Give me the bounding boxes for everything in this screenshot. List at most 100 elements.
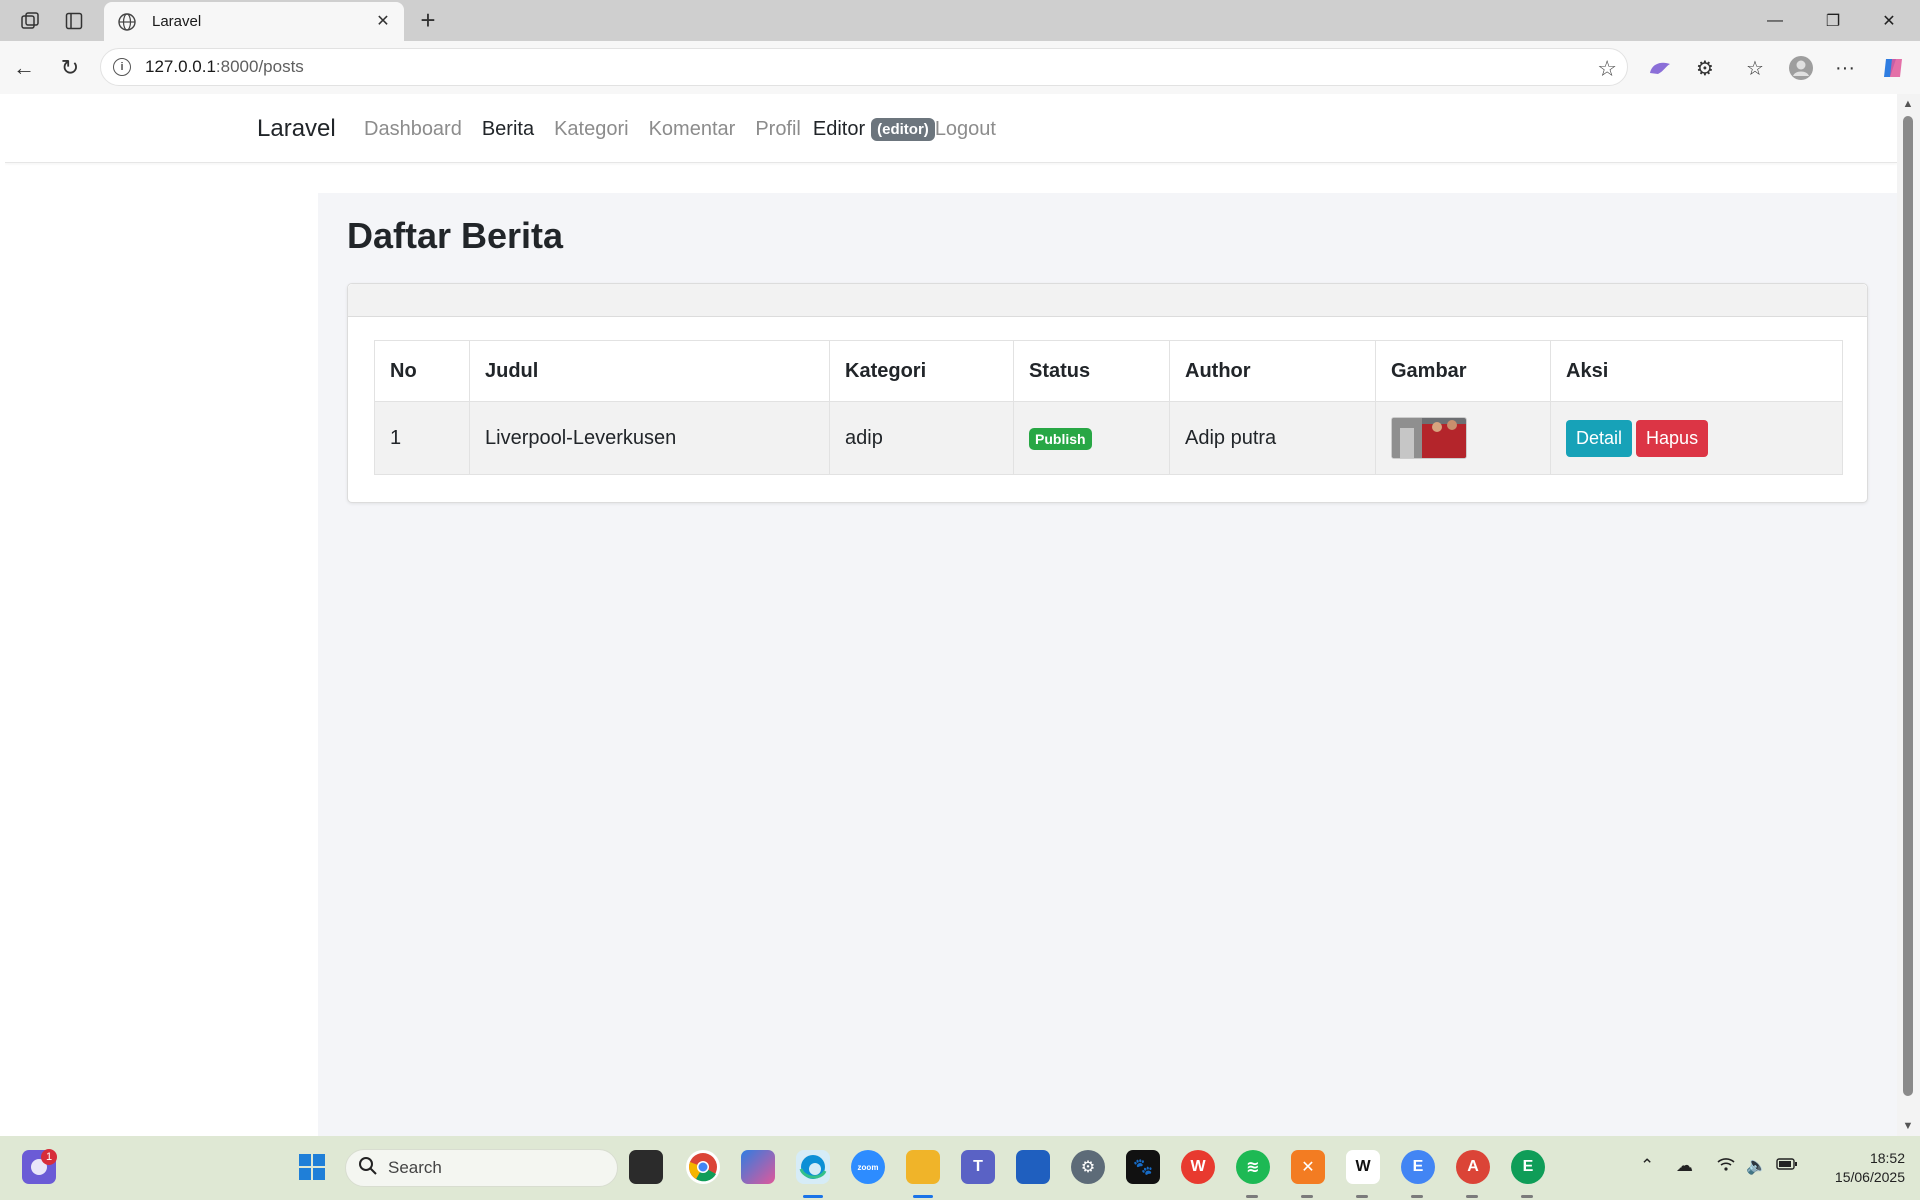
nav-link-dashboard[interactable]: Dashboard <box>364 118 462 141</box>
main-content: Daftar Berita No Judul Kategori Status A… <box>318 193 1897 1136</box>
site-navbar: Laravel Dashboard Berita Kategori Koment… <box>5 94 1897 163</box>
hapus-button[interactable]: Hapus <box>1636 419 1709 457</box>
nav-link-berita[interactable]: Berita <box>482 118 534 141</box>
table-row: 1 Liverpool-Leverkusen adip Publish Adip… <box>374 401 1843 475</box>
column-header-no: No <box>374 340 470 402</box>
windows-start-icon[interactable] <box>295 1150 329 1184</box>
spotify-running-indicator <box>1246 1195 1258 1198</box>
paw-app-icon[interactable]: 🐾 <box>1126 1150 1160 1184</box>
address-bar-row: ← ↻ i 127.0.0.1:8000/posts ☆ ⚙ ☆ ··· <box>0 41 1920 94</box>
url-input[interactable]: i 127.0.0.1:8000/posts ☆ <box>100 48 1628 86</box>
chrome-a-running-indicator <box>1466 1195 1478 1198</box>
microsoft-store-icon[interactable] <box>1016 1150 1050 1184</box>
tab-title: Laravel <box>152 13 202 30</box>
search-icon <box>358 1156 378 1181</box>
column-header-gambar: Gambar <box>1375 340 1551 402</box>
scrollbar-thumb[interactable] <box>1903 116 1913 1096</box>
chrome-profile-a-icon[interactable]: A <box>1456 1150 1490 1184</box>
globe-icon <box>116 11 138 33</box>
chrome-profile-e-icon[interactable]: E <box>1401 1150 1435 1184</box>
url-path: :8000/posts <box>215 57 304 76</box>
notification-badge: 1 <box>41 1149 57 1165</box>
posts-table: No Judul Kategori Status Author Gambar A… <box>374 340 1843 475</box>
chevron-up-icon[interactable]: ⌃ <box>1640 1156 1654 1176</box>
card-header <box>348 284 1867 317</box>
battery-icon[interactable] <box>1776 1156 1798 1176</box>
restore-icon[interactable]: ❐ <box>1810 6 1856 36</box>
zoom-icon[interactable]: zoom <box>851 1150 885 1184</box>
chrome-profile-e2-icon[interactable]: E <box>1511 1150 1545 1184</box>
teams-icon[interactable]: T <box>961 1150 995 1184</box>
detail-button[interactable]: Detail <box>1566 419 1633 457</box>
refresh-icon[interactable]: ↻ <box>56 54 84 82</box>
wps-office-icon[interactable]: W <box>1181 1150 1215 1184</box>
wondershare-icon[interactable]: W <box>1346 1150 1380 1184</box>
minimize-icon[interactable]: — <box>1752 6 1798 36</box>
page-scrollbar[interactable]: ▲ ▼ <box>1897 94 1920 1136</box>
favorites-icon[interactable]: ☆ <box>1740 53 1770 83</box>
posts-card: No Judul Kategori Status Author Gambar A… <box>347 283 1868 503</box>
nav-link-kategori[interactable]: Kategori <box>554 118 629 141</box>
explorer-active-indicator <box>913 1195 933 1198</box>
logout-link[interactable]: Logout <box>935 118 996 141</box>
taskbar-search[interactable]: Search <box>345 1149 618 1187</box>
scroll-up-arrow-icon[interactable]: ▲ <box>1902 98 1914 110</box>
task-view-icon[interactable] <box>629 1150 663 1184</box>
table-header-row: No Judul Kategori Status Author Gambar A… <box>374 340 1843 402</box>
column-header-status: Status <box>1013 340 1170 402</box>
copilot-icon[interactable] <box>1878 53 1908 83</box>
window-close-icon[interactable]: ✕ <box>1866 6 1912 36</box>
cell-author: Adip putra <box>1169 401 1376 475</box>
cell-no: 1 <box>374 401 470 475</box>
current-user: Editor (editor) <box>813 118 935 141</box>
spotify-icon[interactable]: ≋ <box>1236 1150 1270 1184</box>
nav-link-komentar[interactable]: Komentar <box>649 118 736 141</box>
url-host: 127.0.0.1 <box>145 57 216 76</box>
favorite-star-icon[interactable]: ☆ <box>1597 56 1617 82</box>
chrome-e2-running-indicator <box>1521 1195 1533 1198</box>
column-header-kategori: Kategori <box>829 340 1014 402</box>
windows-taskbar: 1 Search zoom T ⚙ 🐾 W ≋ ✕ W E A E ⌃ ☁ 🔈 … <box>0 1136 1920 1200</box>
column-header-author: Author <box>1169 340 1376 402</box>
site-info-icon[interactable]: i <box>113 58 131 76</box>
active-app-indicator <box>803 1195 823 1198</box>
edge-icon[interactable] <box>796 1150 830 1184</box>
scroll-down-arrow-icon[interactable]: ▼ <box>1902 1120 1914 1132</box>
column-header-aksi: Aksi <box>1550 340 1843 402</box>
search-label: Search <box>388 1158 442 1177</box>
file-explorer-icon[interactable] <box>906 1150 940 1184</box>
xampp-running-indicator <box>1301 1195 1313 1198</box>
back-arrow-icon[interactable]: ← <box>10 54 38 82</box>
copilot-app-icon[interactable] <box>741 1150 775 1184</box>
browser-tab[interactable]: Laravel ✕ <box>104 2 404 41</box>
volume-icon[interactable]: 🔈 <box>1746 1156 1767 1176</box>
nav-link-profil[interactable]: Profil <box>755 118 801 141</box>
extensions-icon[interactable]: ⚙ <box>1690 53 1720 83</box>
new-tab-icon[interactable]: + <box>414 5 442 35</box>
more-options-icon[interactable]: ··· <box>1830 53 1860 83</box>
url-text: 127.0.0.1:8000/posts <box>145 57 304 77</box>
taskbar-clock[interactable]: 18:52 15/06/2025 <box>1815 1149 1905 1187</box>
wondershare-running-indicator <box>1356 1195 1368 1198</box>
copilot-extension-icon[interactable] <box>1645 53 1675 83</box>
cell-kategori: adip <box>829 401 1014 475</box>
page-title: Daftar Berita <box>347 215 564 256</box>
chrome-icon[interactable] <box>686 1150 720 1184</box>
profile-avatar-icon[interactable] <box>1786 53 1816 83</box>
onedrive-icon[interactable]: ☁ <box>1676 1156 1693 1176</box>
cell-judul: Liverpool-Leverkusen <box>469 401 830 475</box>
cell-aksi: Detail Hapus <box>1550 401 1843 475</box>
settings-gear-icon[interactable]: ⚙ <box>1071 1150 1105 1184</box>
tab-actions-icon[interactable] <box>61 8 87 34</box>
status-badge: Publish <box>1029 427 1092 450</box>
role-badge: (editor) <box>871 118 935 141</box>
chrome-e-running-indicator <box>1411 1195 1423 1198</box>
browser-tab-bar: Laravel ✕ + — ❐ ✕ <box>0 0 1920 41</box>
wifi-icon[interactable] <box>1716 1156 1736 1177</box>
navbar-brand[interactable]: Laravel <box>257 115 336 143</box>
close-icon[interactable]: ✕ <box>372 10 394 32</box>
xampp-icon[interactable]: ✕ <box>1291 1150 1325 1184</box>
navbar-links: Dashboard Berita Kategori Komentar Profi… <box>364 118 996 141</box>
workspaces-icon[interactable] <box>17 8 43 34</box>
page-viewport: Laravel Dashboard Berita Kategori Koment… <box>5 94 1897 1136</box>
